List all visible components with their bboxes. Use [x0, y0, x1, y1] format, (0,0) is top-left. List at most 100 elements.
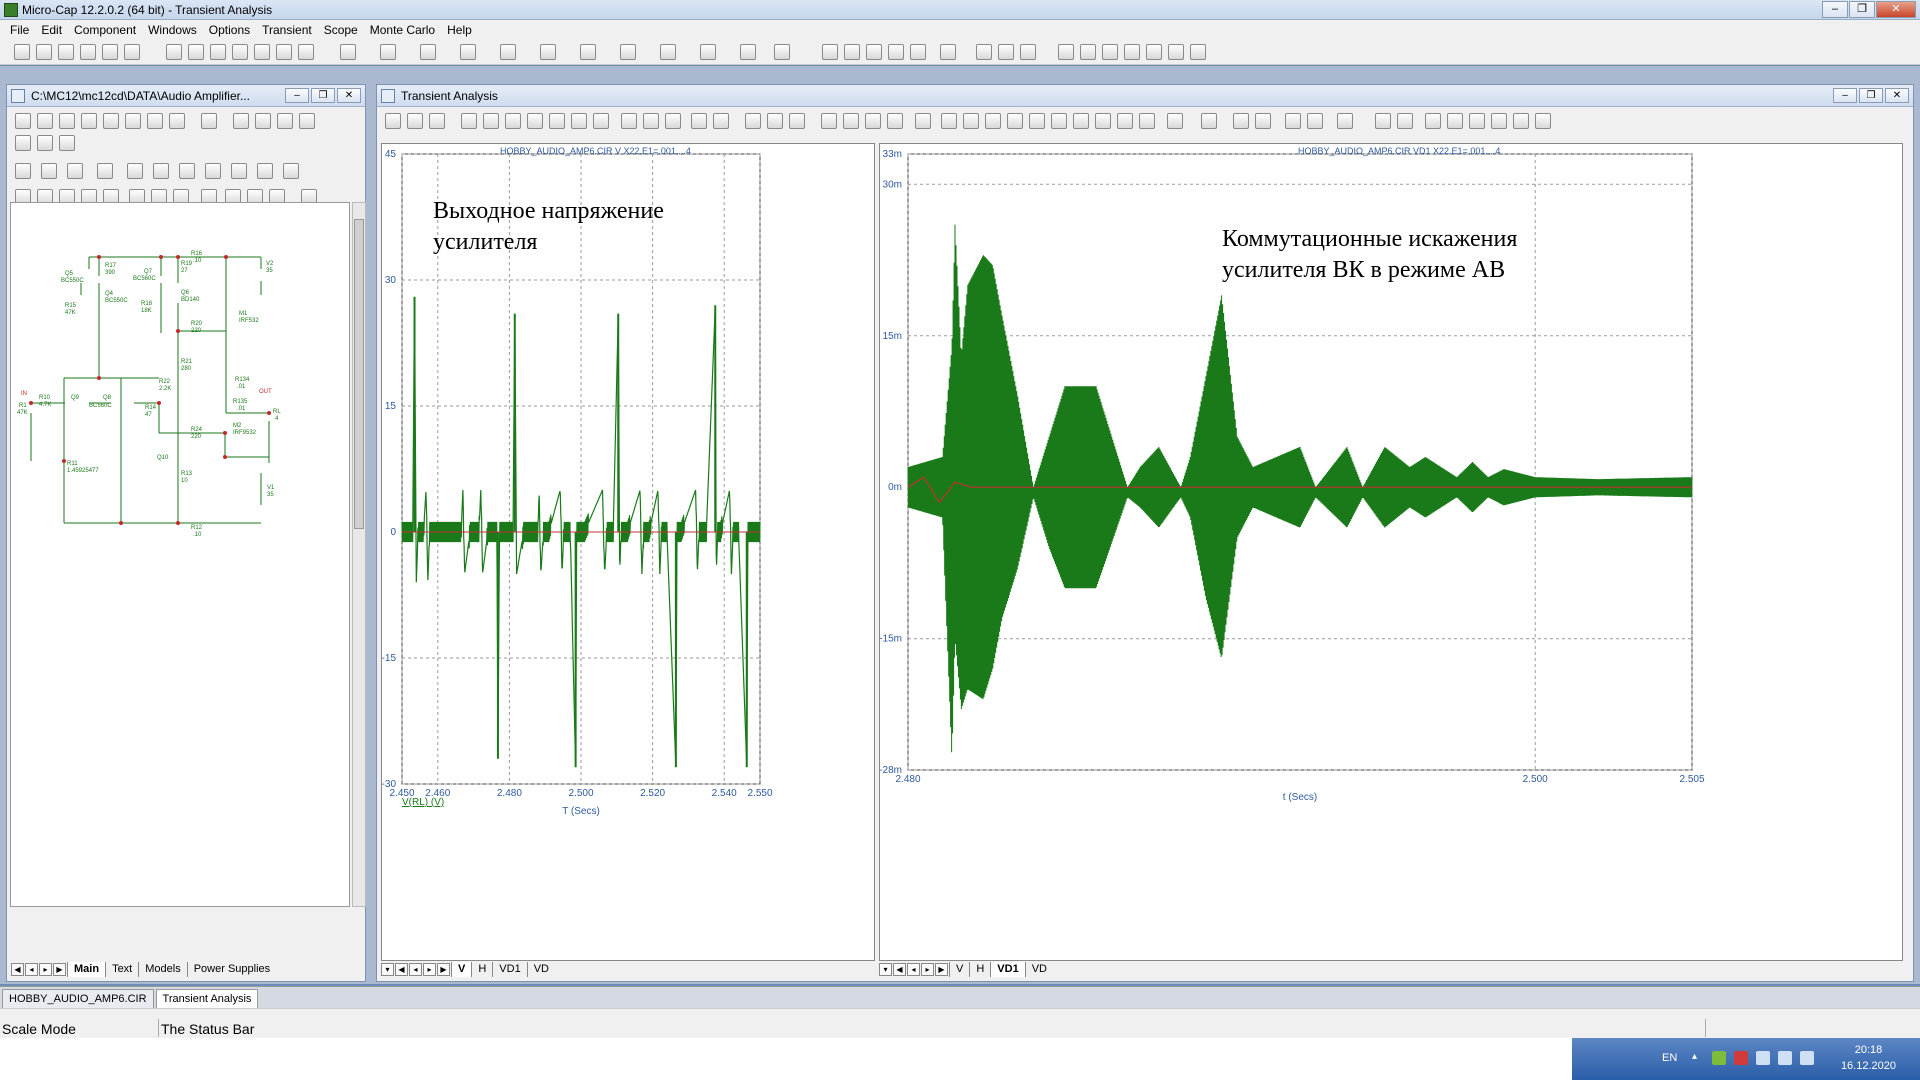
align-center-icon[interactable]: [1447, 113, 1463, 129]
low-icon[interactable]: [1051, 113, 1067, 129]
tree-icon[interactable]: [201, 113, 217, 129]
left-tabs-last-icon[interactable]: ▶: [437, 963, 450, 976]
opamp-icon[interactable]: [620, 44, 636, 60]
left-tab-vd1[interactable]: VD1: [492, 962, 526, 977]
source-icon[interactable]: [660, 44, 676, 60]
performance-tag-icon[interactable]: [549, 113, 565, 129]
volume-icon[interactable]: [1800, 1051, 1814, 1065]
right-tabs-last-icon[interactable]: ▶: [935, 963, 948, 976]
save-icon[interactable]: [58, 44, 74, 60]
probe-icon[interactable]: [740, 44, 756, 60]
left-plot-pane[interactable]: HOBBY_AUDIO_AMP6.CIR V X22.E1=.001....4 …: [381, 143, 875, 961]
schematic-scroll-thumb[interactable]: [354, 219, 364, 529]
transistor-icon[interactable]: [540, 44, 556, 60]
right-tabs-menu-icon[interactable]: ▾: [879, 963, 892, 976]
wire-mode-icon[interactable]: [59, 113, 75, 129]
minimize-button[interactable]: –: [1822, 1, 1848, 18]
left-tab-h[interactable]: H: [471, 962, 492, 977]
window-split-icon[interactable]: [888, 44, 904, 60]
save-as-icon[interactable]: [80, 44, 96, 60]
right-tab-h[interactable]: H: [969, 962, 990, 977]
schematic-minimize-button[interactable]: –: [285, 88, 309, 103]
flag-icon[interactable]: [1756, 1051, 1770, 1065]
graphics-icon[interactable]: [125, 113, 141, 129]
tokens-icon[interactable]: [1201, 113, 1217, 129]
condition-icon[interactable]: [179, 163, 195, 179]
menu-file[interactable]: File: [4, 23, 35, 37]
tab-nav-next-icon[interactable]: ▸: [39, 963, 52, 976]
global-high-icon[interactable]: [1095, 113, 1111, 129]
pointer-icon[interactable]: [385, 113, 401, 129]
battery-icon[interactable]: [700, 44, 716, 60]
stepping-icon[interactable]: [1102, 44, 1118, 60]
plot-mode-icon[interactable]: [1146, 44, 1162, 60]
sheet-tab-text[interactable]: Text: [105, 962, 138, 977]
maximize-window-icon[interactable]: [910, 44, 926, 60]
scale-icon[interactable]: [429, 113, 445, 129]
pin-names-icon[interactable]: [41, 163, 57, 179]
pan-mode-icon[interactable]: [37, 113, 53, 129]
properties-plot-icon[interactable]: [789, 113, 805, 129]
doc-tab-schematic[interactable]: HOBBY_AUDIO_AMP6.CIR: [2, 989, 154, 1008]
schematic-maximize-button[interactable]: ❐: [311, 88, 335, 103]
menu-component[interactable]: Component: [68, 23, 142, 37]
schematic-close-button[interactable]: ✕: [337, 88, 361, 103]
component-icon[interactable]: [169, 113, 185, 129]
text-mode-icon[interactable]: [81, 113, 97, 129]
undo-icon[interactable]: [166, 44, 182, 60]
cascade-icon[interactable]: [822, 44, 838, 60]
menu-help[interactable]: Help: [441, 23, 478, 37]
resistor-icon[interactable]: [380, 44, 396, 60]
table-icon[interactable]: [233, 113, 249, 129]
cursor-mode-icon[interactable]: [461, 113, 477, 129]
pan-icon[interactable]: [407, 113, 423, 129]
delete-icon[interactable]: [276, 44, 292, 60]
tile-horizontal-icon[interactable]: [866, 44, 882, 60]
open-file-icon[interactable]: [36, 44, 52, 60]
align-middle-icon[interactable]: [1513, 113, 1529, 129]
page-icon[interactable]: [976, 44, 992, 60]
sheet-tab-models[interactable]: Models: [138, 962, 186, 977]
text-tool-icon[interactable]: [571, 113, 587, 129]
cursor-right-icon[interactable]: [843, 113, 859, 129]
align-left-icon[interactable]: [1425, 113, 1441, 129]
same-x-icon[interactable]: [1375, 113, 1391, 129]
left-tabs-first-icon[interactable]: ◀: [395, 963, 408, 976]
cut-icon[interactable]: [210, 44, 226, 60]
close-button[interactable]: ✕: [1876, 1, 1916, 18]
add-plot-icon[interactable]: [745, 113, 761, 129]
voltage-icon[interactable]: [153, 163, 169, 179]
right-tab-vd[interactable]: VD: [1024, 962, 1053, 977]
current-icon[interactable]: [97, 163, 113, 179]
title-block-icon[interactable]: [257, 163, 273, 179]
component-editor-icon[interactable]: [998, 44, 1014, 60]
help-icon[interactable]: [277, 113, 293, 129]
tile-vertical-icon[interactable]: [844, 44, 860, 60]
high-icon[interactable]: [1029, 113, 1045, 129]
vertical-tag-icon[interactable]: [527, 113, 543, 129]
transient-maximize-button[interactable]: ❐: [1859, 88, 1883, 103]
language-indicator[interactable]: EN: [1662, 1052, 1677, 1064]
horizontal-tag-icon[interactable]: [505, 113, 521, 129]
pause-icon[interactable]: [665, 113, 681, 129]
align-bottom-icon[interactable]: [1535, 113, 1551, 129]
select-all-icon[interactable]: [298, 44, 314, 60]
align-top-icon[interactable]: [1491, 113, 1507, 129]
right-tabs-prev-icon[interactable]: ◂: [907, 963, 920, 976]
run-icon[interactable]: [621, 113, 637, 129]
ground-icon[interactable]: [340, 44, 356, 60]
info-icon[interactable]: [255, 113, 271, 129]
probe-window-icon[interactable]: [1080, 44, 1096, 60]
checkbox-icon[interactable]: [299, 113, 315, 129]
doc-tab-transient[interactable]: Transient Analysis: [155, 989, 259, 1008]
scope-icon[interactable]: [1168, 44, 1184, 60]
printer-settings-icon[interactable]: [283, 163, 299, 179]
left-tabs-next-icon[interactable]: ▸: [423, 963, 436, 976]
sheet-tab-power-supplies[interactable]: Power Supplies: [186, 962, 276, 977]
edit-icon[interactable]: [59, 135, 75, 151]
grid-toggle-icon[interactable]: [941, 113, 957, 129]
new-file-icon[interactable]: [14, 44, 30, 60]
global-low-icon[interactable]: [1117, 113, 1133, 129]
left-tab-vd[interactable]: VD: [526, 962, 555, 977]
state-variables-icon[interactable]: [713, 113, 729, 129]
